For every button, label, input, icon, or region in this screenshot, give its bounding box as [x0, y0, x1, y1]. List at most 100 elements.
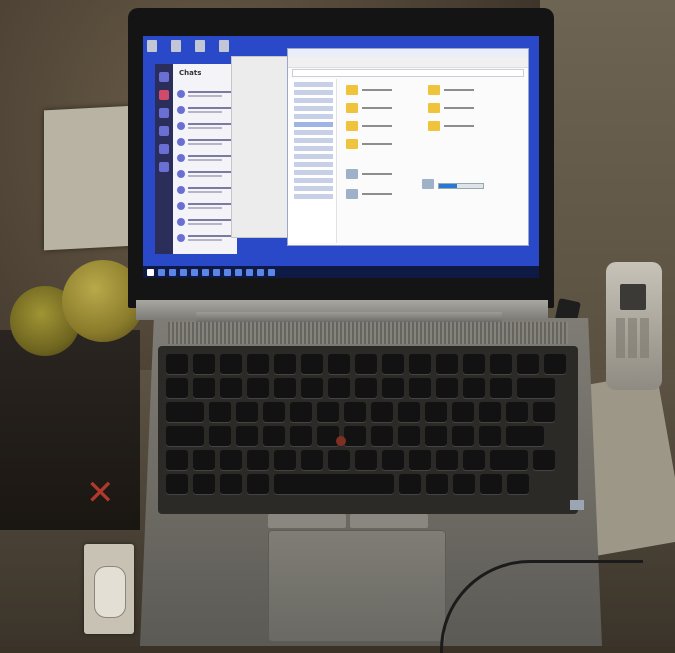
- files-icon[interactable]: [159, 162, 169, 172]
- trackpoint[interactable]: [336, 436, 346, 446]
- list-item[interactable]: [177, 234, 235, 244]
- list-item[interactable]: [177, 154, 235, 164]
- key-row-top: [166, 402, 555, 422]
- avatar: [177, 154, 185, 162]
- list-item[interactable]: [177, 202, 235, 212]
- nav-item[interactable]: [294, 162, 333, 167]
- list-item[interactable]: [177, 138, 235, 148]
- avatar: [177, 138, 185, 146]
- teams-chat-list: Chats: [173, 64, 237, 254]
- nav-item[interactable]: [294, 154, 333, 159]
- nav-item[interactable]: [294, 138, 333, 143]
- folder-label: [444, 107, 474, 109]
- avatar: [177, 202, 185, 210]
- nav-item[interactable]: [294, 90, 333, 95]
- laptop-screen: Chats: [143, 36, 539, 278]
- teams-icon[interactable]: [159, 108, 169, 118]
- window-titlebar[interactable]: [288, 49, 528, 57]
- folder-icon[interactable]: [428, 121, 440, 131]
- phone-keypad: [616, 318, 650, 358]
- laptop-brand-text: [160, 532, 220, 542]
- list-item[interactable]: [177, 170, 235, 180]
- taskbar-app-icon[interactable]: [235, 268, 242, 276]
- list-item[interactable]: [177, 106, 235, 116]
- taskbar-app-icon[interactable]: [180, 268, 187, 276]
- nav-item[interactable]: [294, 186, 333, 191]
- touchpad[interactable]: [268, 530, 446, 642]
- taskbar: [143, 266, 539, 278]
- taskbar-app-icon[interactable]: [224, 268, 231, 276]
- right-click-button[interactable]: [350, 514, 428, 528]
- avatar: [177, 186, 185, 194]
- car-illustration: [94, 566, 126, 618]
- avatar: [177, 90, 185, 98]
- nav-item[interactable]: [294, 106, 333, 111]
- list-item[interactable]: [177, 122, 235, 132]
- paper-stack: [44, 105, 134, 251]
- nav-item[interactable]: [294, 178, 333, 183]
- drive-icon[interactable]: [422, 179, 434, 189]
- ribbon-toolbar[interactable]: [288, 57, 528, 68]
- nav-item[interactable]: [294, 130, 333, 135]
- folder-icon[interactable]: [346, 121, 358, 131]
- folder-label: [362, 143, 392, 145]
- desktop-icon[interactable]: [171, 40, 181, 52]
- folder-icon[interactable]: [346, 139, 358, 149]
- drive-icon[interactable]: [346, 189, 358, 199]
- folder-icon[interactable]: [346, 85, 358, 95]
- nav-item[interactable]: [294, 146, 333, 151]
- key-row-number: [166, 378, 555, 398]
- nav-item-selected[interactable]: [294, 122, 333, 127]
- calls-icon[interactable]: [159, 144, 169, 154]
- taskbar-app-icon[interactable]: [246, 268, 253, 276]
- address-bar[interactable]: [292, 69, 524, 77]
- folder-label: [362, 89, 392, 91]
- folder-icon[interactable]: [346, 103, 358, 113]
- drive-icon[interactable]: [346, 169, 358, 179]
- folder-label: [444, 125, 474, 127]
- info-card: [84, 544, 134, 634]
- navigation-pane: [288, 79, 337, 243]
- desktop-icon[interactable]: [195, 40, 205, 52]
- cable-clutter: [0, 330, 140, 530]
- desktop-icons: [147, 40, 229, 52]
- desktop-icon[interactable]: [219, 40, 229, 52]
- folder-icon[interactable]: [428, 85, 440, 95]
- nav-item[interactable]: [294, 194, 333, 199]
- key-row-function: [166, 354, 566, 374]
- taskbar-app-icon[interactable]: [202, 268, 209, 276]
- taskbar-app-icon[interactable]: [191, 268, 198, 276]
- list-item[interactable]: [177, 186, 235, 196]
- search-icon[interactable]: [158, 268, 165, 276]
- calendar-icon[interactable]: [159, 126, 169, 136]
- key-row-home: [166, 426, 544, 446]
- taskbar-app-icon[interactable]: [257, 268, 264, 276]
- cordless-phone: [606, 262, 662, 390]
- left-click-button[interactable]: [268, 514, 346, 528]
- chat-list-title: Chats: [179, 69, 202, 77]
- list-item[interactable]: [177, 218, 235, 228]
- nav-item[interactable]: [294, 170, 333, 175]
- nav-item[interactable]: [294, 98, 333, 103]
- chat-icon[interactable]: [159, 90, 169, 100]
- task-view-icon[interactable]: [169, 268, 176, 276]
- avatar: [177, 234, 185, 242]
- folder-label: [362, 107, 392, 109]
- nav-item[interactable]: [294, 114, 333, 119]
- key-row-bottom: [166, 450, 555, 470]
- folder-label: [362, 125, 392, 127]
- activity-icon[interactable]: [159, 72, 169, 82]
- file-explorer-window: [287, 48, 529, 246]
- background-window[interactable]: [231, 56, 293, 238]
- taskbar-app-icon[interactable]: [268, 268, 275, 276]
- avatar: [177, 122, 185, 130]
- nav-item[interactable]: [294, 82, 333, 87]
- desktop-icon[interactable]: [147, 40, 157, 52]
- windows-start-icon[interactable]: [147, 268, 154, 276]
- list-item[interactable]: [177, 90, 235, 100]
- folder-icon[interactable]: [428, 103, 440, 113]
- avatar: [177, 170, 185, 178]
- laptop-logo: [326, 290, 348, 300]
- folder-label: [444, 89, 474, 91]
- taskbar-app-icon[interactable]: [213, 268, 220, 276]
